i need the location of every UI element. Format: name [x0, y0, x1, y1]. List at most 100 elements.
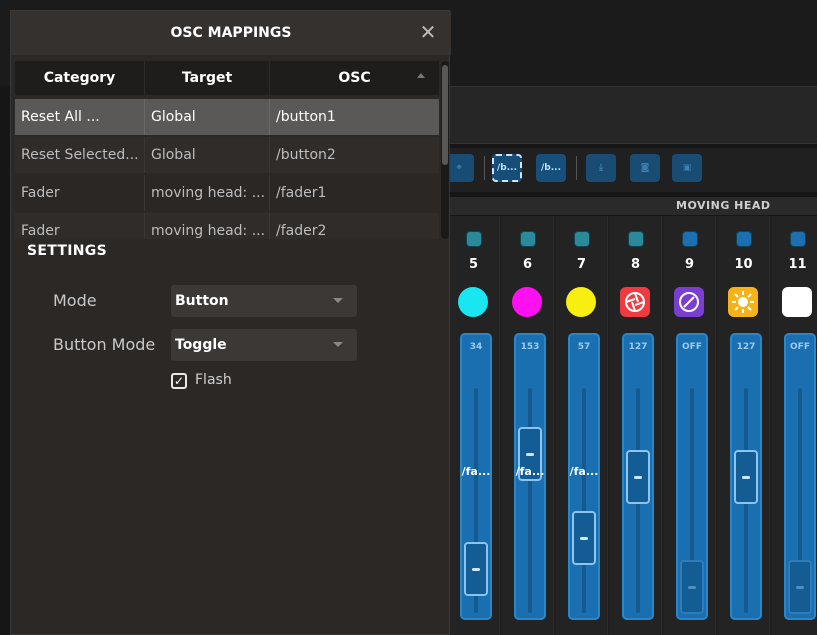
background-strip	[448, 86, 817, 144]
chevron-down-icon	[333, 342, 343, 347]
table-header: Category Target OSC	[15, 61, 439, 95]
fader-knob[interactable]	[464, 542, 488, 597]
button-mode-label: Button Mode	[53, 335, 156, 354]
flash-checkbox[interactable]: ✓	[171, 373, 187, 389]
white-square-icon[interactable]	[782, 287, 812, 317]
table-row[interactable]: Reset All ... Global /button1	[15, 99, 439, 135]
cell-osc: /button1	[276, 109, 336, 125]
channel-fader[interactable]: OFF	[784, 333, 816, 620]
fader-osc-label: /fa...	[569, 465, 599, 478]
flash-label: Flash	[195, 372, 232, 388]
column-header-target[interactable]: Target	[145, 61, 270, 95]
cell-target: moving head: ...	[145, 175, 270, 211]
cell-target: Global	[145, 137, 270, 173]
fixture-group-label: MOVING HEAD	[448, 197, 817, 215]
cell-target: Global	[145, 99, 270, 135]
table-row[interactable]: Fader moving head: ... /fader2	[15, 213, 439, 239]
fader-knob[interactable]	[572, 511, 596, 566]
cell-osc: /fader1	[276, 185, 327, 201]
channel-fader[interactable]: OFF	[676, 333, 708, 620]
mixer-channel: 11 OFF	[772, 216, 817, 635]
column-header-category[interactable]: Category	[15, 61, 145, 95]
cell-category: Fader	[15, 175, 145, 211]
channel-number: 8	[630, 257, 641, 272]
table-scrollbar[interactable]	[441, 61, 449, 239]
download-icon[interactable]: ⤓	[586, 154, 616, 182]
mixer-channel: 10 127	[718, 216, 770, 635]
fader-value: OFF	[682, 342, 702, 352]
mixer-channel: 6 153/fa...	[502, 216, 554, 635]
column-header-osc-label: OSC	[338, 70, 371, 86]
fader-knob[interactable]	[788, 560, 812, 614]
column-header-osc[interactable]: OSC	[270, 61, 439, 95]
channel-fader[interactable]: 34/fa...	[460, 333, 492, 620]
mixer-channel: 8 127	[610, 216, 662, 635]
fader-value: 153	[520, 342, 540, 352]
mode-label: Mode	[53, 291, 97, 310]
close-icon[interactable]: ✕	[417, 21, 439, 43]
channel-fader[interactable]: 127	[730, 333, 762, 620]
color-dot-icon[interactable]	[458, 287, 488, 317]
dialog-title: OSC MAPPINGS	[11, 11, 451, 55]
fixture-icon[interactable]: ▣	[672, 154, 702, 182]
channel-number: 11	[788, 257, 807, 272]
fader-track	[582, 388, 586, 613]
fader-value: 34	[469, 342, 483, 352]
channel-select-button[interactable]	[575, 232, 589, 246]
color-dot-icon[interactable]	[566, 287, 596, 317]
group-label-text: MOVING HEAD	[676, 199, 771, 212]
chevron-down-icon	[333, 298, 343, 303]
channel-fader[interactable]: 127	[622, 333, 654, 620]
fader-value: 57	[577, 342, 591, 352]
cell-category: Reset All ...	[15, 99, 145, 135]
fader-osc-label: /fa...	[461, 465, 491, 478]
channel-select-button[interactable]	[791, 232, 805, 246]
mode-select[interactable]: Button	[171, 285, 357, 317]
cell-category: Reset Selected...	[15, 137, 145, 173]
fader-knob[interactable]	[680, 560, 704, 614]
shutter-icon[interactable]	[620, 287, 650, 317]
channel-select-button[interactable]	[629, 232, 643, 246]
app-root: ⌖ /b... /b... ⤓ ◙ ▣ MOVING HEAD 5 34/fa..…	[0, 0, 817, 635]
channel-select-button[interactable]	[521, 232, 535, 246]
cell-target: moving head: ...	[145, 213, 270, 239]
cell-category: Fader	[15, 213, 145, 239]
button-mode-select[interactable]: Toggle	[171, 329, 357, 361]
fader-value: OFF	[790, 342, 810, 352]
channel-number: 7	[576, 257, 587, 272]
sun-icon[interactable]	[728, 287, 758, 317]
mixer-area: 5 34/fa... 6 153/fa... 7 57/fa... 8 127 9 OFF 10 12…	[448, 216, 817, 635]
table-row[interactable]: Reset Selected... Global /button2	[15, 137, 439, 173]
channel-fader[interactable]: 57/fa...	[568, 333, 600, 620]
fader-value: 127	[628, 342, 648, 352]
cell-osc: /button2	[276, 147, 336, 163]
mappings-table: Category Target OSC Reset All ... Global…	[15, 61, 439, 239]
camera-icon[interactable]: ◙	[630, 154, 660, 182]
sort-ascending-icon	[417, 73, 425, 78]
channel-number: 10	[734, 257, 753, 272]
channel-select-button[interactable]	[467, 232, 481, 246]
rotate-icon[interactable]	[674, 287, 704, 317]
osc-button-selected[interactable]: /b...	[492, 154, 522, 182]
channel-number: 5	[468, 257, 479, 272]
channel-number: 6	[522, 257, 533, 272]
fader-knob[interactable]	[626, 449, 650, 504]
color-dot-icon[interactable]	[512, 287, 542, 317]
mixer-channel: 7 57/fa...	[556, 216, 608, 635]
channel-number: 9	[684, 257, 695, 272]
fader-knob[interactable]	[734, 449, 758, 504]
scrollbar-thumb[interactable]	[442, 65, 448, 165]
osc-button[interactable]: /b...	[536, 154, 566, 182]
osc-mappings-dialog: OSC MAPPINGS ✕ Category Target OSC Reset…	[10, 10, 451, 635]
channel-fader[interactable]: 153/fa...	[514, 333, 546, 620]
table-row[interactable]: Fader moving head: ... /fader1	[15, 175, 439, 211]
mixer-toolbar: ⌖ /b... /b... ⤓ ◙ ▣	[444, 148, 817, 192]
mixer-channel: 5 34/fa...	[448, 216, 500, 635]
channel-select-button[interactable]	[683, 232, 697, 246]
fader-value: 127	[736, 342, 756, 352]
button-mode-select-value: Toggle	[175, 337, 227, 353]
mixer-channel: 9 OFF	[664, 216, 716, 635]
channel-select-button[interactable]	[737, 232, 751, 246]
fader-osc-label: /fa...	[515, 465, 545, 478]
settings-title: SETTINGS	[27, 243, 107, 259]
